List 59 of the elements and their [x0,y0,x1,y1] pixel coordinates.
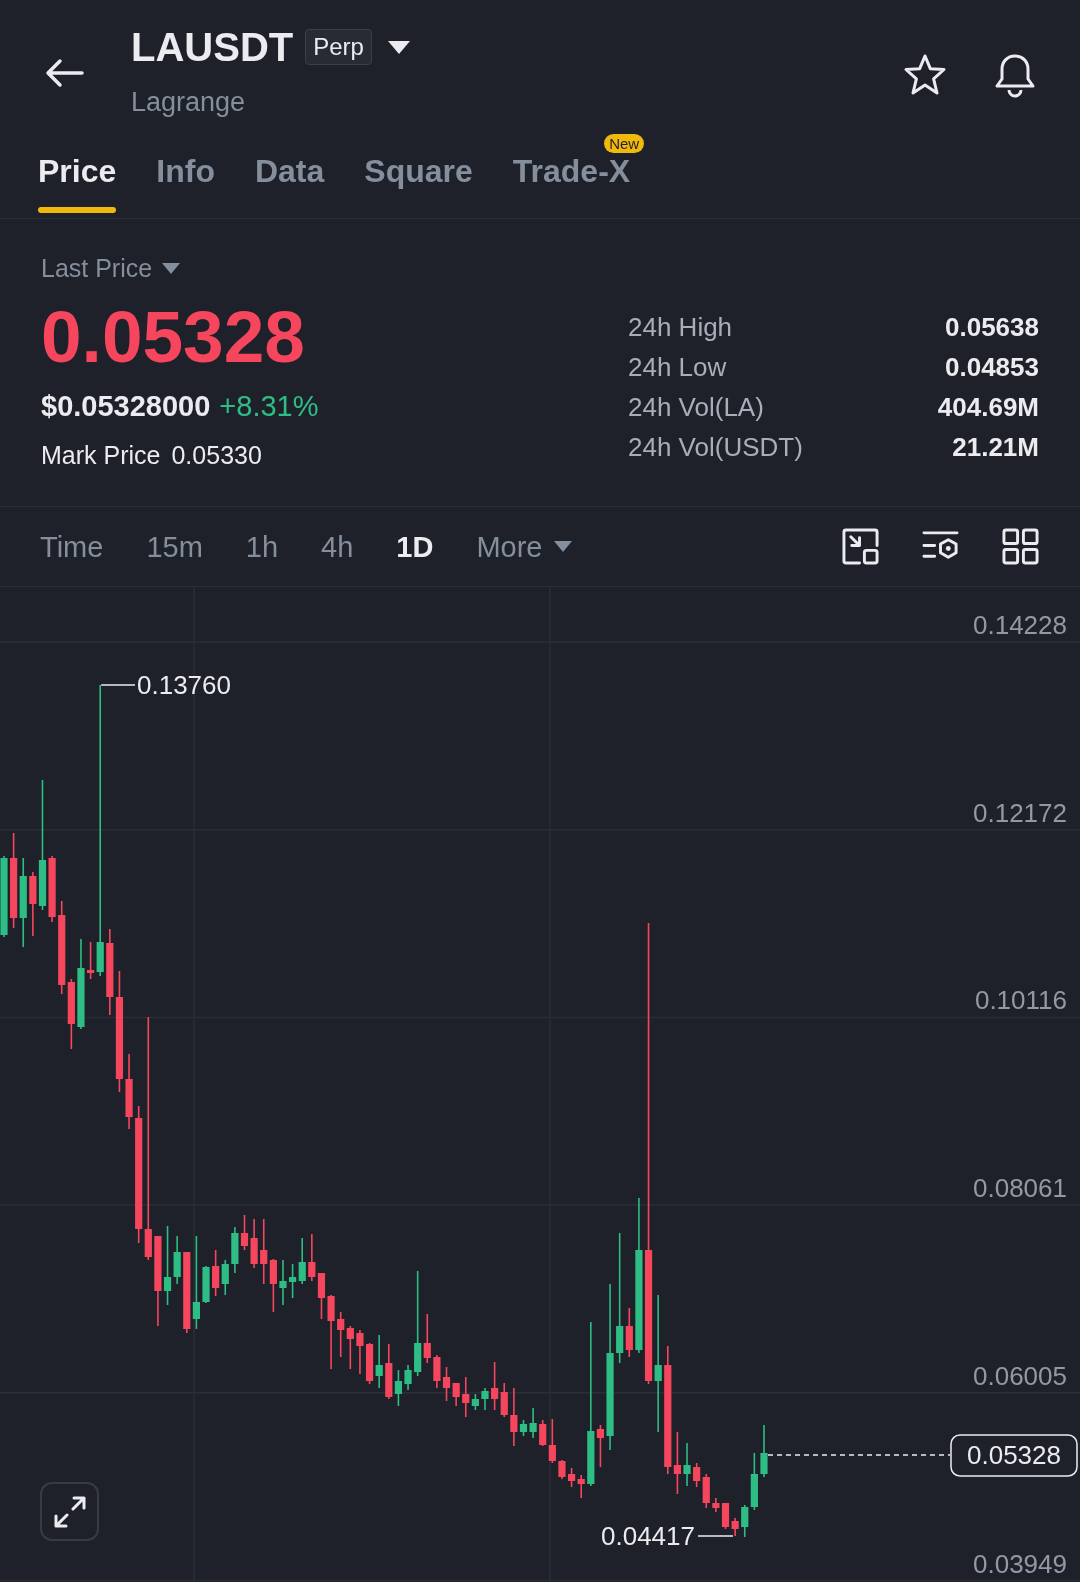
stat-value: 0.05638 [945,311,1039,344]
candle [279,1259,287,1306]
tab[interactable]: Data [254,155,325,213]
candle [202,1265,210,1304]
stat-value: 0.04853 [945,351,1039,384]
candle [240,1214,249,1251]
price-axis-label: 0.14228 [973,610,1067,640]
price-type-dropdown[interactable]: Last Price [41,253,181,283]
stat-label: 24h High [628,311,733,344]
candle [404,1364,412,1391]
bell-icon[interactable] [994,52,1036,98]
interval-option[interactable]: 15m [146,529,203,564]
tab[interactable]: Square [364,155,473,213]
caret-icon [554,541,573,552]
grid-icon[interactable] [1002,528,1039,565]
price-change: +8.31% [219,389,319,424]
contract-badge: Perp [305,29,372,65]
candle [365,1342,374,1385]
stat-label: 24h Vol(LA) [628,391,764,424]
stat-label: 24h Low [628,351,727,384]
back-arrow-icon[interactable] [44,58,84,88]
interval-option[interactable]: 4h [321,529,354,564]
price-axis-label: 0.03949 [973,1548,1067,1579]
mark-price-value: 0.05330 [171,440,262,471]
leader-line [697,1535,734,1537]
tab[interactable]: Trade-X [512,155,631,213]
candle [481,1387,489,1411]
expand-button[interactable] [40,1482,99,1541]
candle [683,1442,691,1487]
stat-value: 404.69M [937,391,1039,424]
new-badge: New [604,134,645,153]
symbol-title: LAUSDT [131,24,294,71]
window-arrow-icon[interactable] [842,528,879,565]
high-price-label: 0.13760 [137,670,231,700]
candle [558,1459,566,1480]
price-axis-label: 0.08061 [973,1173,1067,1204]
tab[interactable]: Price [38,155,117,213]
stat-value: 21.21M [952,431,1039,464]
price-axis-label: 0.06005 [973,1360,1067,1391]
interval-option[interactable]: 1D [396,529,434,564]
price-axis-label: 0.12172 [973,797,1067,828]
caret-icon [162,262,181,274]
star-icon[interactable] [902,53,948,97]
leader-line [100,684,136,686]
symbol-subtitle: Lagrange [131,86,246,119]
mark-price-label: Mark Price [41,440,161,471]
more-dropdown[interactable]: More [476,529,573,564]
last-price-tag: 0.05328 [950,1434,1078,1477]
caret-icon[interactable] [387,40,410,54]
interval-option[interactable]: 1h [245,529,279,564]
stat-label: 24h Vol(USDT) [628,431,803,464]
price-axis-label: 0.10116 [974,985,1067,1016]
last-price: 0.05328 [41,297,305,377]
low-price-label: 0.04417 [601,1521,695,1551]
tab[interactable]: Info [156,155,215,213]
interval-option[interactable]: Time [40,529,104,564]
usd-price: $0.05328000 [41,389,211,424]
expand-icon [52,1494,87,1529]
candle [760,1424,768,1478]
